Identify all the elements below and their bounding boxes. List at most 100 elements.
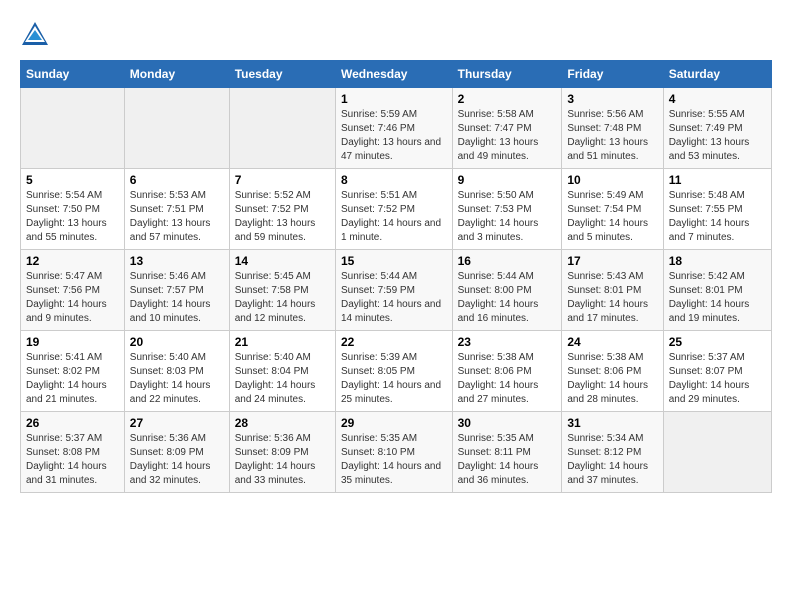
day-info: Sunrise: 5:35 AMSunset: 8:10 PMDaylight:… [341,433,441,486]
day-number: 7 [235,173,330,187]
day-number: 29 [341,416,447,430]
calendar-cell: 12 Sunrise: 5:47 AMSunset: 7:56 PMDayligh… [21,250,125,331]
calendar-cell: 25 Sunrise: 5:37 AMSunset: 8:07 PMDayligh… [663,331,771,412]
day-info: Sunrise: 5:51 AMSunset: 7:52 PMDaylight:… [341,190,441,243]
day-header-tuesday: Tuesday [229,61,335,88]
day-number: 30 [458,416,557,430]
day-info: Sunrise: 5:35 AMSunset: 8:11 PMDaylight:… [458,433,539,486]
calendar-cell: 5 Sunrise: 5:54 AMSunset: 7:50 PMDaylight… [21,169,125,250]
calendar-cell: 29 Sunrise: 5:35 AMSunset: 8:10 PMDayligh… [335,412,452,493]
day-info: Sunrise: 5:36 AMSunset: 8:09 PMDaylight:… [130,433,211,486]
day-info: Sunrise: 5:37 AMSunset: 8:08 PMDaylight:… [26,433,107,486]
calendar-cell: 23Sunrise: 5:38 AMSunset: 8:06 PMDayligh… [452,331,562,412]
calendar-cell: 15Sunrise: 5:44 AMSunset: 7:59 PMDayligh… [335,250,452,331]
calendar-cell: 3Sunrise: 5:56 AMSunset: 7:48 PMDaylight… [562,88,663,169]
calendar-cell: 24 Sunrise: 5:38 AMSunset: 8:06 PMDayligh… [562,331,663,412]
calendar-cell: 1Sunrise: 5:59 AMSunset: 7:46 PMDaylight… [335,88,452,169]
day-number: 14 [235,254,330,268]
day-number: 5 [26,173,119,187]
calendar-week-3: 12 Sunrise: 5:47 AMSunset: 7:56 PMDayligh… [21,250,772,331]
day-number: 27 [130,416,224,430]
day-number: 26 [26,416,119,430]
calendar-cell: 11Sunrise: 5:48 AMSunset: 7:55 PMDayligh… [663,169,771,250]
calendar-week-5: 26 Sunrise: 5:37 AMSunset: 8:08 PMDayligh… [21,412,772,493]
day-info: Sunrise: 5:39 AMSunset: 8:05 PMDaylight:… [341,352,441,405]
day-number: 18 [669,254,766,268]
calendar-cell: 4 Sunrise: 5:55 AMSunset: 7:49 PMDaylight… [663,88,771,169]
day-info: Sunrise: 5:44 AMSunset: 7:59 PMDaylight:… [341,271,441,324]
day-number: 3 [567,92,657,106]
calendar-table: SundayMondayTuesdayWednesdayThursdayFrid… [20,60,772,493]
logo-icon [20,20,50,50]
day-info: Sunrise: 5:45 AMSunset: 7:58 PMDaylight:… [235,271,316,324]
day-number: 28 [235,416,330,430]
calendar-cell: 20Sunrise: 5:40 AMSunset: 8:03 PMDayligh… [124,331,229,412]
day-info: Sunrise: 5:49 AMSunset: 7:54 PMDaylight:… [567,190,648,243]
day-info: Sunrise: 5:40 AMSunset: 8:04 PMDaylight:… [235,352,316,405]
day-number: 25 [669,335,766,349]
day-info: Sunrise: 5:53 AMSunset: 7:51 PMDaylight:… [130,190,211,243]
day-number: 4 [669,92,766,106]
day-info: Sunrise: 5:54 AMSunset: 7:50 PMDaylight:… [26,190,107,243]
day-info: Sunrise: 5:38 AMSunset: 8:06 PMDaylight:… [567,352,648,405]
calendar-cell: 17 Sunrise: 5:43 AMSunset: 8:01 PMDayligh… [562,250,663,331]
calendar-cell: 9 Sunrise: 5:50 AMSunset: 7:53 PMDaylight… [452,169,562,250]
day-header-friday: Friday [562,61,663,88]
day-info: Sunrise: 5:44 AMSunset: 8:00 PMDaylight:… [458,271,539,324]
days-header-row: SundayMondayTuesdayWednesdayThursdayFrid… [21,61,772,88]
day-number: 10 [567,173,657,187]
calendar-cell [229,88,335,169]
calendar-cell: 28Sunrise: 5:36 AMSunset: 8:09 PMDayligh… [229,412,335,493]
day-info: Sunrise: 5:46 AMSunset: 7:57 PMDaylight:… [130,271,211,324]
day-header-monday: Monday [124,61,229,88]
calendar-cell: 21 Sunrise: 5:40 AMSunset: 8:04 PMDayligh… [229,331,335,412]
day-number: 20 [130,335,224,349]
day-number: 31 [567,416,657,430]
day-info: Sunrise: 5:41 AMSunset: 8:02 PMDaylight:… [26,352,107,405]
day-info: Sunrise: 5:55 AMSunset: 7:49 PMDaylight:… [669,109,750,162]
calendar-cell [124,88,229,169]
day-number: 13 [130,254,224,268]
calendar-week-1: 1Sunrise: 5:59 AMSunset: 7:46 PMDaylight… [21,88,772,169]
day-number: 23 [458,335,557,349]
day-number: 6 [130,173,224,187]
day-number: 12 [26,254,119,268]
day-info: Sunrise: 5:34 AMSunset: 8:12 PMDaylight:… [567,433,648,486]
day-number: 24 [567,335,657,349]
calendar-cell: 18 Sunrise: 5:42 AMSunset: 8:01 PMDayligh… [663,250,771,331]
day-header-sunday: Sunday [21,61,125,88]
day-number: 19 [26,335,119,349]
calendar-week-4: 19 Sunrise: 5:41 AMSunset: 8:02 PMDayligh… [21,331,772,412]
day-header-thursday: Thursday [452,61,562,88]
day-number: 22 [341,335,447,349]
calendar-cell: 6 Sunrise: 5:53 AMSunset: 7:51 PMDaylight… [124,169,229,250]
day-number: 9 [458,173,557,187]
day-number: 2 [458,92,557,106]
calendar-week-2: 5 Sunrise: 5:54 AMSunset: 7:50 PMDaylight… [21,169,772,250]
day-number: 8 [341,173,447,187]
calendar-cell: 19 Sunrise: 5:41 AMSunset: 8:02 PMDayligh… [21,331,125,412]
calendar-cell: 14 Sunrise: 5:45 AMSunset: 7:58 PMDayligh… [229,250,335,331]
day-info: Sunrise: 5:48 AMSunset: 7:55 PMDaylight:… [669,190,750,243]
calendar-cell: 13 Sunrise: 5:46 AMSunset: 7:57 PMDayligh… [124,250,229,331]
day-header-saturday: Saturday [663,61,771,88]
calendar-cell: 8 Sunrise: 5:51 AMSunset: 7:52 PMDaylight… [335,169,452,250]
calendar-cell [663,412,771,493]
calendar-cell: 31 Sunrise: 5:34 AMSunset: 8:12 PMDayligh… [562,412,663,493]
day-info: Sunrise: 5:50 AMSunset: 7:53 PMDaylight:… [458,190,539,243]
calendar-cell: 7Sunrise: 5:52 AMSunset: 7:52 PMDaylight… [229,169,335,250]
day-info: Sunrise: 5:42 AMSunset: 8:01 PMDaylight:… [669,271,750,324]
day-number: 21 [235,335,330,349]
calendar-cell: 27 Sunrise: 5:36 AMSunset: 8:09 PMDayligh… [124,412,229,493]
page-header [20,20,772,50]
day-header-wednesday: Wednesday [335,61,452,88]
day-info: Sunrise: 5:47 AMSunset: 7:56 PMDaylight:… [26,271,107,324]
calendar-cell: 30 Sunrise: 5:35 AMSunset: 8:11 PMDayligh… [452,412,562,493]
day-info: Sunrise: 5:37 AMSunset: 8:07 PMDaylight:… [669,352,750,405]
day-number: 16 [458,254,557,268]
day-info: Sunrise: 5:58 AMSunset: 7:47 PMDaylight:… [458,109,539,162]
day-number: 17 [567,254,657,268]
calendar-cell: 16 Sunrise: 5:44 AMSunset: 8:00 PMDayligh… [452,250,562,331]
day-info: Sunrise: 5:43 AMSunset: 8:01 PMDaylight:… [567,271,648,324]
logo [20,20,54,50]
